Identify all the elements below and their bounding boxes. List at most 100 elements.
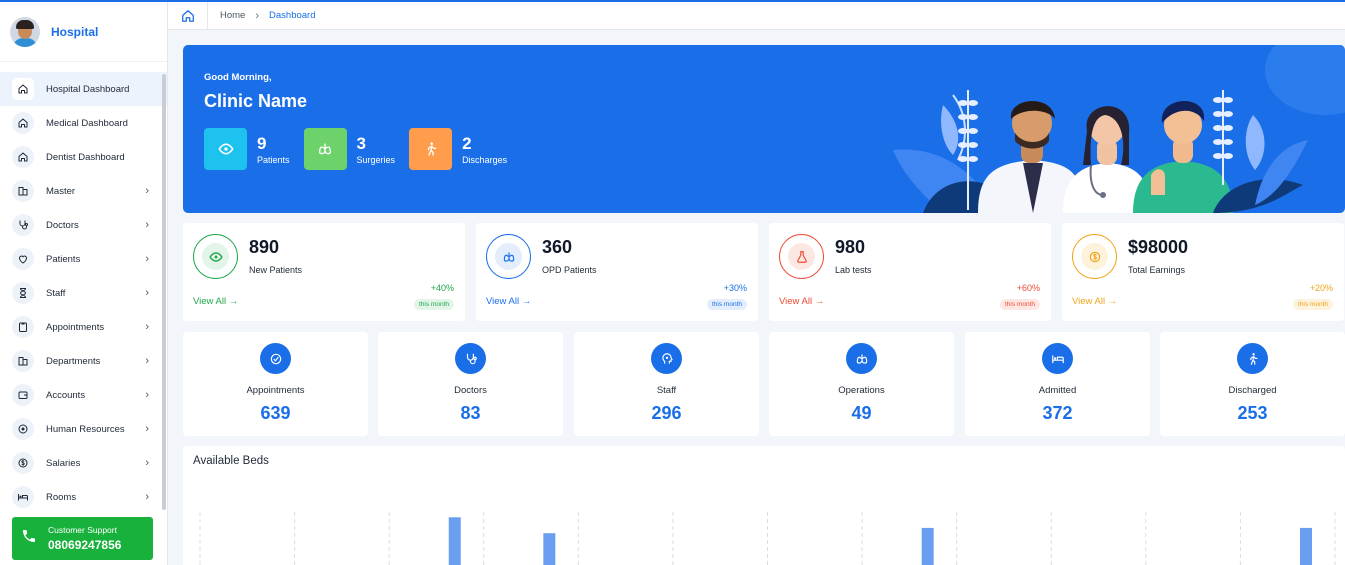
metric-card-operations[interactable]: Operations 49 [769,332,954,436]
sidebar-item-hospital-dashboard[interactable]: Hospital Dashboard [0,72,167,106]
customer-support-button[interactable]: Customer Support 08069247856 [12,517,153,560]
metric-label: Staff [656,385,677,396]
sidebar-item-label: Salaries [46,457,81,469]
chevron-right-icon: › [145,491,149,503]
stethoscope-icon [12,214,34,236]
sidebar-item-medical-dashboard[interactable]: Medical Dashboard [0,106,167,140]
stat-card-new-patients: 890 New Patients View All → +40% this month [183,223,465,321]
chart-bar[interactable] [543,533,556,565]
sidebar-item-label: Staff [46,287,66,299]
metric-label: Discharged [1228,385,1277,396]
top-bar: Home › Dashboard [168,1,1345,30]
stat-card-change: +40% [430,283,454,293]
sidebar-nav: Hospital Dashboard Medical Dashboard Denti… [0,62,167,514]
eye-icon [204,128,247,170]
sidebar: Hospital Hospital Dashboard Medical Dashb… [0,2,168,565]
metric-value: 253 [1237,403,1268,423]
sidebar-item-label: Dentist Dashboard [46,151,125,163]
home-icon [12,78,34,100]
chevron-right-icon: › [145,457,149,469]
sidebar-item-patients[interactable]: Patients › [0,242,167,276]
hero-stat-value: 2 [462,133,472,153]
sidebar-item-label: Accounts [46,389,86,401]
brand-name: Hospital [51,24,99,39]
metric-value: 639 [260,403,291,423]
view-all-link[interactable]: View All → [779,296,824,307]
head-icon [651,343,682,374]
stat-card-period: this month [414,299,454,310]
breadcrumb-current: Dashboard [269,10,316,21]
metric-card-staff[interactable]: Staff 296 [574,332,759,436]
sidebar-item-label: Patients [46,253,81,265]
stat-card-value: 980 [835,237,866,257]
chevron-right-icon: › [145,423,149,435]
sidebar-item-master[interactable]: Master › [0,174,167,208]
lungs-icon [303,128,347,170]
arrow-right-icon: → [228,296,239,307]
brand[interactable]: Hospital [0,2,167,62]
clipboard-icon [12,316,34,338]
home-icon [12,112,34,134]
chart-bar[interactable] [921,527,934,565]
hero-stat-patients: 9 Patients [204,128,290,170]
stat-card-change: +20% [1309,283,1333,293]
stat-card-change: +30% [723,283,747,293]
stat-card-value: $98000 [1128,237,1189,257]
sidebar-scrollbar[interactable] [162,74,166,510]
available-beds-panel: Available Beds [183,446,1345,565]
sidebar-item-label: Master [46,185,76,197]
stat-card-label: Total Earnings [1128,265,1186,275]
sidebar-item-rooms[interactable]: Rooms › [0,480,167,514]
sidebar-item-label: Appointments [46,321,105,333]
top-accent-line [0,0,1345,2]
sidebar-item-salaries[interactable]: Salaries › [0,446,167,480]
chart-bar[interactable] [1300,527,1312,565]
sidebar-item-departments[interactable]: Departments › [0,344,167,378]
sidebar-item-appointments[interactable]: Appointments › [0,310,167,344]
stat-card-change: +60% [1016,283,1040,293]
chevron-right-icon: › [145,287,149,299]
metric-value: 49 [851,403,872,423]
arrow-right-icon: → [814,296,825,307]
chevron-right-icon: › [145,321,149,333]
metric-card-appointments[interactable]: Appointments 639 [183,332,368,436]
hourglass-icon [12,282,34,304]
metric-card-admitted[interactable]: Admitted 372 [965,332,1150,436]
arrow-right-icon: → [521,296,532,307]
hero-stat-value: 3 [356,133,366,153]
sidebar-item-doctors[interactable]: Doctors › [0,208,167,242]
breadcrumb-separator: › [255,9,260,22]
metric-card-doctors[interactable]: Doctors 83 [378,332,563,436]
sidebar-item-human-resources[interactable]: Human Resources › [0,412,167,446]
chevron-right-icon: › [145,185,149,197]
building-icon [12,180,34,202]
view-all-link[interactable]: View All → [486,296,531,307]
chevron-right-icon: › [145,253,149,265]
walk-icon [1237,343,1268,374]
stat-card-label: OPD Patients [542,265,597,275]
view-all-link[interactable]: View All → [193,296,238,307]
hero-stat-label: Surgeries [356,154,396,165]
sidebar-item-label: Medical Dashboard [46,117,128,129]
home-icon[interactable] [168,1,208,30]
stethoscope-icon [455,343,486,374]
check-circle-icon [260,343,291,374]
metric-card-discharged[interactable]: Discharged 253 [1160,332,1345,436]
heart-icon [12,248,34,270]
sidebar-item-label: Doctors [46,219,79,231]
chart-bar[interactable] [448,517,461,565]
stat-card-opd-patients: 360 OPD Patients View All → +30% this month [476,223,758,321]
view-all-link[interactable]: View All → [1072,296,1117,307]
clinic-name: Clinic Name [204,91,308,111]
sidebar-item-label: Departments [46,355,101,367]
avatar [10,16,40,47]
arrow-right-icon: → [1107,296,1118,307]
sidebar-item-accounts[interactable]: Accounts › [0,378,167,412]
wallet-icon [12,384,34,406]
breadcrumb-home[interactable]: Home [220,10,245,21]
sidebar-item-staff[interactable]: Staff › [0,276,167,310]
hero-stat-discharges: 2 Discharges [409,128,507,170]
doctors-illustration [893,90,1308,213]
sidebar-item-dentist-dashboard[interactable]: Dentist Dashboard [0,140,167,174]
hero-stat-surgeries: 3 Surgeries [303,128,396,170]
